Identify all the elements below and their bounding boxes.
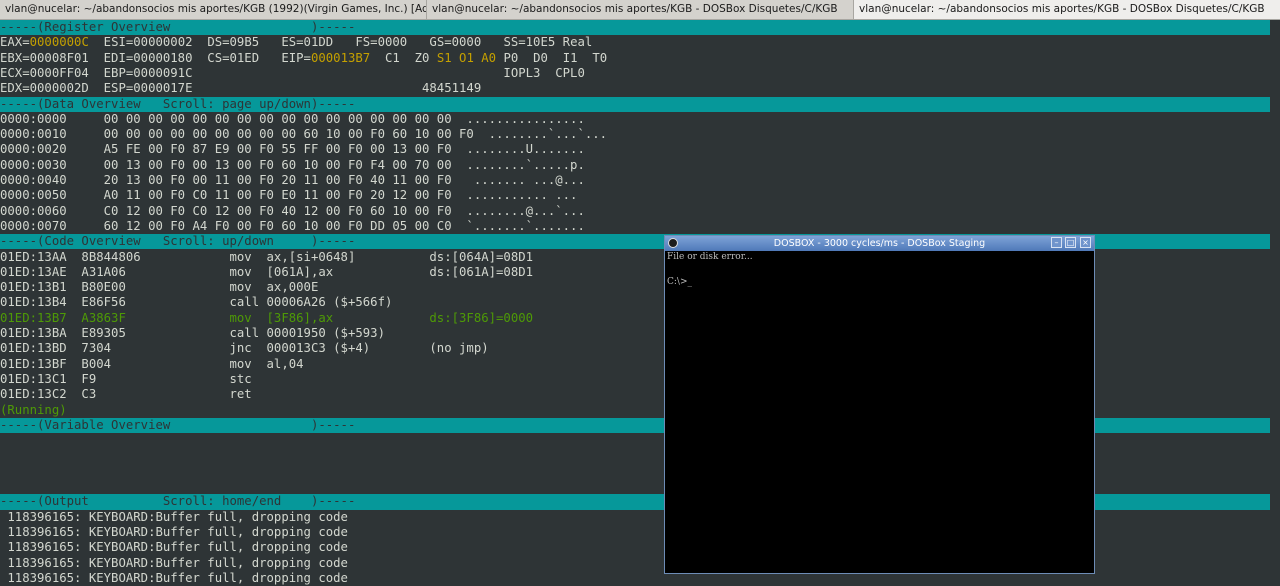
output-row: 118396165: KEYBOARD:Buffer full, droppin…	[0, 540, 348, 555]
register-overview-header: -----(Register Overview )-----	[0, 20, 1270, 36]
minimize-button[interactable]: –	[1051, 237, 1062, 248]
code-row: 01ED:13BD 7304 jnc 000013C3 ($+4) (no jm…	[0, 341, 489, 356]
data-row: 0000:0050 A0 11 00 F0 C0 11 00 F0 E0 11 …	[0, 188, 578, 203]
data-row: 0000:0060 C0 12 00 F0 C0 12 00 F0 40 12 …	[0, 203, 585, 218]
flag-o1: O1	[459, 50, 474, 65]
eip-value: 000013B7	[310, 50, 371, 65]
close-button[interactable]: ×	[1080, 237, 1091, 248]
dosbox-app-icon[interactable]	[668, 238, 678, 248]
register-label: EAX=	[0, 35, 30, 50]
flag-s1: S1	[436, 50, 452, 65]
output-row: 118396165: KEYBOARD:Buffer full, droppin…	[0, 555, 348, 570]
tab-bar: vlan@nucelar: ~/abandonsocios mis aporte…	[0, 0, 1280, 20]
data-row: 0000:0020 A5 FE 00 F0 87 E9 00 F0 55 FF …	[0, 142, 585, 157]
register-row-4: EDX=0000002D ESP=0000017E 48451149	[0, 81, 482, 96]
code-row: 01ED:13BF B004 mov al,04	[0, 356, 304, 371]
output-row: 118396165: KEYBOARD:Buffer full, droppin…	[0, 524, 348, 539]
running-status: (Running)	[0, 402, 67, 417]
dos-prompt: C:\>_	[667, 277, 692, 287]
eax-value: 0000000C	[29, 35, 89, 50]
output-row: 118396165: KEYBOARD:Buffer full, droppin…	[0, 570, 348, 585]
code-row: 01ED:13AA 8B844806 mov ax,[si+0648] ds:[…	[0, 249, 534, 264]
code-row: 01ED:13AE A31A06 mov [061A],ax ds:[061A]…	[0, 264, 534, 279]
dosbox-title: DOSBOX - 3000 cycles/ms - DOSBox Staging	[773, 238, 986, 249]
data-row: 0000:0000 00 00 00 00 00 00 00 00 00 00 …	[0, 111, 585, 126]
code-row: 01ED:13C2 C3 ret	[0, 387, 252, 402]
code-row: 01ED:13B1 B80E00 mov ax,000E	[0, 280, 319, 295]
dosbox-titlebar[interactable]: DOSBOX - 3000 cycles/ms - DOSBox Staging…	[665, 236, 1094, 251]
tab-dosbox-disquetes-active[interactable]: vlan@nucelar: ~/abandonsocios mis aporte…	[854, 0, 1280, 19]
code-row: 01ED:13B4 E86F56 call 00006A26 ($+566f)	[0, 295, 393, 310]
data-row: 0000:0070 60 12 00 F0 A4 F0 00 F0 60 10 …	[0, 218, 585, 233]
tab-dosbox-disquetes[interactable]: vlan@nucelar: ~/abandonsocios mis aporte…	[427, 0, 854, 19]
tab-kgb-adventure[interactable]: vlan@nucelar: ~/abandonsocios mis aporte…	[0, 0, 427, 19]
flag-gap	[452, 51, 459, 65]
register-row-1: EAX=0000000C ESI=00000002 DS=09B5 ES=01D…	[0, 35, 592, 50]
register-row-2: EBX=00008F01 EDI=00000180 CS=01ED EIP=00…	[0, 51, 607, 66]
data-overview-header: -----(Data Overview Scroll: page up/down…	[0, 96, 1270, 112]
register-values: ESI=00000002 DS=09B5 ES=01DD FS=0000 GS=…	[88, 35, 593, 50]
terminal-scrollbar[interactable]	[1270, 20, 1280, 580]
flags-values: P0 D0 I1 T0	[496, 50, 608, 65]
register-row-3: ECX=0000FF04 EBP=0000091C IOPL3 CPL0	[0, 65, 585, 80]
dos-error-message: File or disk error...	[667, 252, 753, 262]
code-row-current: 01ED:13B7 A3863F mov [3F86],ax ds:[3F86]…	[0, 310, 534, 325]
data-row: 0000:0030 00 13 00 F0 00 13 00 F0 60 10 …	[0, 157, 585, 172]
code-row: 01ED:13BA E89305 call 00001950 ($+593)	[0, 326, 385, 340]
register-label: EBX=00008F01 EDI=00000180 CS=01ED EIP=	[0, 50, 311, 65]
flags-values: C1 Z0	[370, 50, 437, 65]
maximize-button[interactable]: □	[1065, 237, 1076, 248]
dosbox-screen[interactable]: File or disk error... C:\>_	[667, 252, 1092, 572]
data-row: 0000:0040 20 13 00 F0 00 11 00 F0 20 11 …	[0, 173, 585, 187]
code-row: 01ED:13C1 F9 stc	[0, 371, 252, 386]
output-row: 118396165: KEYBOARD:Buffer full, droppin…	[0, 509, 348, 524]
dosbox-window[interactable]: DOSBOX - 3000 cycles/ms - DOSBox Staging…	[664, 235, 1095, 574]
data-row: 0000:0010 00 00 00 00 00 00 00 00 00 60 …	[0, 127, 608, 142]
flag-a0: A0	[481, 50, 497, 65]
